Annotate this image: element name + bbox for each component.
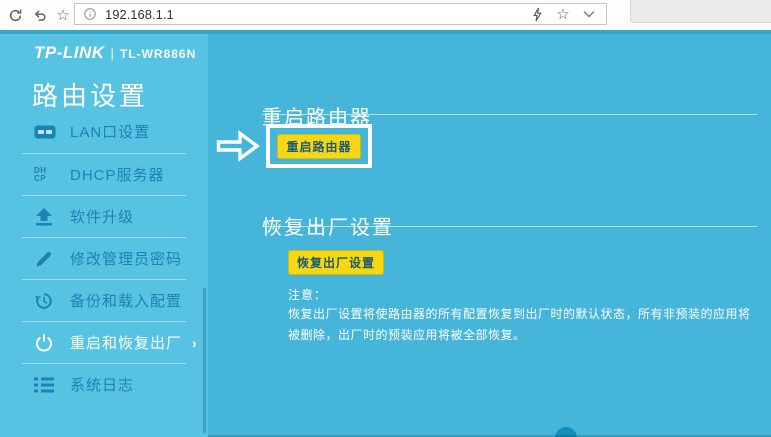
history-clock-icon	[34, 291, 60, 311]
browser-toolbar: ☆ 192.168.1.1 ☆	[0, 0, 771, 30]
model-number: TL-WR886N	[120, 47, 196, 61]
url-bar[interactable]: 192.168.1.1 ☆	[74, 3, 607, 25]
section-divider	[262, 226, 757, 227]
dhcp-icon: DHCP	[34, 167, 60, 183]
sidebar-menu: LAN口设置 DHCP DHCP服务器 软件升级	[0, 120, 208, 405]
sidebar-item-label: LAN口设置	[70, 121, 150, 142]
factory-reset-button[interactable]: 恢复出厂设置	[288, 250, 384, 275]
favorite-star-icon[interactable]: ☆	[554, 5, 572, 23]
page-title: 路由设置	[32, 76, 148, 113]
bookmark-star-icon[interactable]: ☆	[54, 6, 72, 24]
brand-lockup: TP-LINK | TL-WR886N	[34, 43, 196, 63]
section-divider	[262, 114, 757, 115]
restart-router-button[interactable]: 重启路由器	[277, 134, 360, 159]
sidebar-item-backup-restore[interactable]: 备份和载入配置	[0, 280, 208, 321]
list-icon	[34, 377, 60, 393]
url-text[interactable]: 192.168.1.1	[105, 7, 174, 22]
sidebar-item-label: DHCP服务器	[70, 164, 165, 185]
sidebar-item-lan[interactable]: LAN口设置	[0, 120, 208, 152]
brand-separator: |	[111, 46, 114, 61]
main-content: 重启路由器 重启路由器 恢复出厂设置 恢复出厂设置 注意： 恢复出厂设置将使路由…	[208, 34, 771, 437]
pencil-icon	[34, 249, 60, 269]
highlight-box: 重启路由器	[266, 124, 372, 168]
chevron-down-icon[interactable]	[580, 5, 598, 23]
sidebar-item-dhcp[interactable]: DHCP DHCP服务器	[0, 154, 208, 195]
sidebar-item-change-password[interactable]: 修改管理员密码	[0, 238, 208, 279]
lan-badge-icon	[34, 125, 60, 139]
back-icon[interactable]	[30, 6, 48, 24]
sidebar-item-firmware-upgrade[interactable]: 软件升级	[0, 196, 208, 237]
sidebar-item-label: 系统日志	[70, 374, 134, 395]
sidebar: TP-LINK | TL-WR886N 路由设置 LAN口设置	[0, 34, 208, 437]
upload-arrow-icon	[34, 208, 60, 226]
chevron-right-icon: ›	[192, 335, 197, 351]
browser-window-edge	[630, 0, 771, 23]
brand-logo: TP-LINK	[34, 43, 105, 63]
site-info-icon[interactable]	[83, 7, 97, 21]
reload-icon[interactable]	[6, 6, 24, 24]
router-admin-page: TP-LINK | TL-WR886N 路由设置 LAN口设置	[0, 34, 771, 437]
sidebar-item-lan-clipped: LAN口设置	[0, 120, 208, 153]
callout-arrow-icon	[216, 129, 260, 168]
power-icon	[34, 333, 60, 353]
lightning-icon[interactable]	[528, 5, 546, 23]
sidebar-item-system-log[interactable]: 系统日志	[0, 364, 208, 405]
sidebar-scrollbar-thumb[interactable]	[203, 288, 206, 433]
note-label: 注意：	[288, 286, 327, 303]
sidebar-item-label: 修改管理员密码	[70, 248, 182, 269]
note-text: 恢复出厂设置将使路由器的所有配置恢复到出厂时的默认状态，所有非预装的应用将被删除…	[288, 304, 762, 346]
sidebar-item-label: 软件升级	[70, 206, 134, 227]
screenshot-root: ☆ 192.168.1.1 ☆ TP-LINK | TL-WR886N	[0, 0, 771, 437]
sidebar-item-label: 备份和载入配置	[70, 290, 182, 311]
sidebar-item-label: 重启和恢复出厂	[70, 332, 182, 353]
sidebar-item-reboot-factory[interactable]: 重启和恢复出厂 ›	[0, 322, 208, 363]
